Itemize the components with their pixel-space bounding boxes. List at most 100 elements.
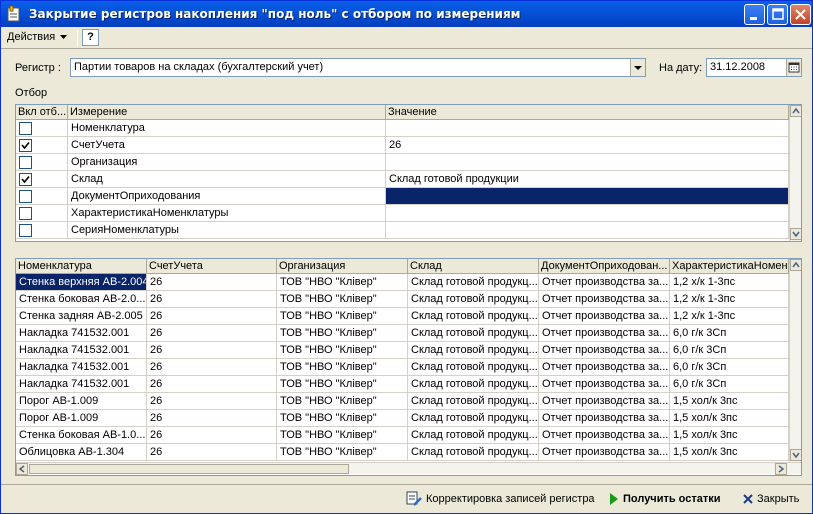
result-cell-organization[interactable]: ТОВ "НВО "Клівер"	[277, 376, 408, 393]
result-row[interactable]: Стенка верхняя АВ-2.004 26 ТОВ "НВО "Кліве…	[16, 274, 789, 291]
maximize-button[interactable]	[767, 4, 788, 25]
result-cell-nomenclature[interactable]: Накладка 741532.001	[16, 376, 147, 393]
result-cell-organization[interactable]: ТОВ "НВО "Клівер"	[277, 274, 408, 291]
result-cell-organization[interactable]: ТОВ "НВО "Клівер"	[277, 444, 408, 461]
result-col-account[interactable]: СчетУчета	[147, 259, 277, 274]
result-cell-receipt-document[interactable]: Отчет производства за...	[539, 325, 670, 342]
result-cell-receipt-document[interactable]: Отчет производства за...	[539, 308, 670, 325]
result-grid[interactable]: Номенклатура СчетУчета Организация Склад Док…	[15, 258, 802, 476]
result-cell-account[interactable]: 26	[147, 427, 277, 444]
filter-col-dimension[interactable]: Измерение	[68, 105, 386, 120]
filter-checkbox[interactable]	[19, 139, 32, 152]
result-row[interactable]: Стенка боковая АВ-2.0... 26 ТОВ "НВО "Клів…	[16, 291, 789, 308]
result-row[interactable]: Порог АВ-1.009 26 ТОВ "НВО "Клівер" Склад г…	[16, 410, 789, 427]
result-cell-nomenclature[interactable]: Стенка задняя АВ-2.005	[16, 308, 147, 325]
result-cell-nomenclature[interactable]: Накладка 741532.001	[16, 359, 147, 376]
result-cell-receipt-document[interactable]: Отчет производства за...	[539, 291, 670, 308]
result-cell-warehouse[interactable]: Склад готовой продукц...	[408, 376, 539, 393]
result-cell-characteristic[interactable]: 6,0 г/к 3Сп	[670, 342, 789, 359]
result-row[interactable]: Накладка 741532.001 26 ТОВ "НВО "Клівер" Ск…	[16, 342, 789, 359]
filter-value-cell[interactable]	[386, 154, 789, 171]
result-cell-account[interactable]: 26	[147, 274, 277, 291]
result-cell-organization[interactable]: ТОВ "НВО "Клівер"	[277, 308, 408, 325]
result-col-organization[interactable]: Организация	[277, 259, 408, 274]
result-cell-warehouse[interactable]: Склад готовой продукц...	[408, 274, 539, 291]
filter-enabled-cell[interactable]	[16, 137, 68, 154]
result-cell-receipt-document[interactable]: Отчет производства за...	[539, 410, 670, 427]
filter-value-cell[interactable]: Склад готовой продукции	[386, 171, 789, 188]
result-row[interactable]: Накладка 741532.001 26 ТОВ "НВО "Клівер" Ск…	[16, 325, 789, 342]
filter-value-cell[interactable]	[386, 205, 789, 222]
calendar-button[interactable]	[786, 59, 801, 76]
result-cell-warehouse[interactable]: Склад готовой продукц...	[408, 342, 539, 359]
result-cell-receipt-document[interactable]: Отчет производства за...	[539, 359, 670, 376]
result-cell-warehouse[interactable]: Склад готовой продукц...	[408, 427, 539, 444]
date-input[interactable]: 31.12.2008	[706, 58, 802, 77]
filter-row[interactable]: СерияНоменклатуры	[16, 222, 789, 239]
result-col-characteristic[interactable]: ХарактеристикаНомен	[670, 259, 789, 274]
result-cell-warehouse[interactable]: Склад готовой продукц...	[408, 308, 539, 325]
result-cell-organization[interactable]: ТОВ "НВО "Клівер"	[277, 291, 408, 308]
scroll-down-button[interactable]	[790, 228, 801, 240]
result-cell-account[interactable]: 26	[147, 359, 277, 376]
result-col-receipt-document[interactable]: ДокументОприходован...	[539, 259, 670, 274]
filter-value-cell[interactable]	[386, 188, 789, 205]
filter-checkbox[interactable]	[19, 122, 32, 135]
filter-enabled-cell[interactable]	[16, 222, 68, 239]
result-cell-organization[interactable]: ТОВ "НВО "Клівер"	[277, 325, 408, 342]
correct-records-button[interactable]: Корректировка записей регистра	[406, 491, 595, 507]
filter-vertical-scrollbar[interactable]	[789, 105, 801, 241]
result-cell-organization[interactable]: ТОВ "НВО "Клівер"	[277, 393, 408, 410]
filter-col-enabled[interactable]: Вкл отб...	[16, 105, 68, 120]
result-cell-organization[interactable]: ТОВ "НВО "Клівер"	[277, 427, 408, 444]
result-row[interactable]: Накладка 741532.001 26 ТОВ "НВО "Клівер" Ск…	[16, 359, 789, 376]
actions-menu[interactable]: Действия	[7, 31, 68, 43]
result-row[interactable]: Порог АВ-1.009 26 ТОВ "НВО "Клівер" Склад г…	[16, 393, 789, 410]
result-cell-characteristic[interactable]: 6,0 г/к 3Сп	[670, 325, 789, 342]
result-row[interactable]: Стенка боковая АВ-1.0... 26 ТОВ "НВО "Клів…	[16, 427, 789, 444]
result-cell-receipt-document[interactable]: Отчет производства за...	[539, 444, 670, 461]
result-cell-account[interactable]: 26	[147, 410, 277, 427]
result-cell-organization[interactable]: ТОВ "НВО "Клівер"	[277, 359, 408, 376]
register-select[interactable]: Партии товаров на складах (бухгалтерский…	[70, 58, 646, 77]
filter-checkbox[interactable]	[19, 190, 32, 203]
filter-checkbox[interactable]	[19, 173, 32, 186]
close-button[interactable]: Закрыть	[743, 491, 799, 507]
scroll-up-button[interactable]	[790, 259, 801, 271]
filter-checkbox[interactable]	[19, 156, 32, 169]
result-cell-nomenclature[interactable]: Накладка 741532.001	[16, 342, 147, 359]
result-cell-nomenclature[interactable]: Стенка верхняя АВ-2.004	[16, 274, 147, 291]
filter-checkbox[interactable]	[19, 207, 32, 220]
result-col-warehouse[interactable]: Склад	[408, 259, 539, 274]
result-cell-warehouse[interactable]: Склад готовой продукц...	[408, 325, 539, 342]
filter-enabled-cell[interactable]	[16, 120, 68, 137]
filter-checkbox[interactable]	[19, 224, 32, 237]
result-cell-characteristic[interactable]: 1,5 хол/к 3пс	[670, 410, 789, 427]
result-cell-characteristic[interactable]: 1,2 х/к 1-3пс	[670, 274, 789, 291]
filter-value-cell[interactable]	[386, 120, 789, 137]
result-col-nomenclature[interactable]: Номенклатура	[16, 259, 147, 274]
filter-grid[interactable]: Вкл отб... Измерение Значение Номенклату…	[15, 104, 802, 242]
result-cell-warehouse[interactable]: Склад готовой продукц...	[408, 444, 539, 461]
result-cell-receipt-document[interactable]: Отчет производства за...	[539, 376, 670, 393]
result-row[interactable]: Облицовка АВ-1.304 26 ТОВ "НВО "Клівер" Скл…	[16, 444, 789, 461]
result-cell-characteristic[interactable]: 1,2 х/к 1-3пс	[670, 291, 789, 308]
result-cell-account[interactable]: 26	[147, 291, 277, 308]
filter-enabled-cell[interactable]	[16, 205, 68, 222]
filter-col-value[interactable]: Значение	[386, 105, 789, 120]
result-cell-warehouse[interactable]: Склад готовой продукц...	[408, 291, 539, 308]
result-horizontal-scrollbar[interactable]	[16, 462, 801, 475]
register-dropdown-button[interactable]	[630, 59, 645, 76]
result-cell-receipt-document[interactable]: Отчет производства за...	[539, 274, 670, 291]
result-row[interactable]: Стенка задняя АВ-2.005 26 ТОВ "НВО "Клівер…	[16, 308, 789, 325]
close-window-button[interactable]	[790, 4, 811, 25]
filter-enabled-cell[interactable]	[16, 171, 68, 188]
result-cell-account[interactable]: 26	[147, 325, 277, 342]
minimize-button[interactable]	[744, 4, 765, 25]
filter-row[interactable]: СчетУчета 26	[16, 137, 789, 154]
result-cell-receipt-document[interactable]: Отчет производства за...	[539, 342, 670, 359]
get-balances-button[interactable]: Получить остатки	[609, 491, 721, 507]
result-cell-warehouse[interactable]: Склад готовой продукц...	[408, 359, 539, 376]
result-row[interactable]: Накладка 741532.001 26 ТОВ "НВО "Клівер" Ск…	[16, 376, 789, 393]
result-cell-characteristic[interactable]: 1,5 хол/к 3пс	[670, 427, 789, 444]
